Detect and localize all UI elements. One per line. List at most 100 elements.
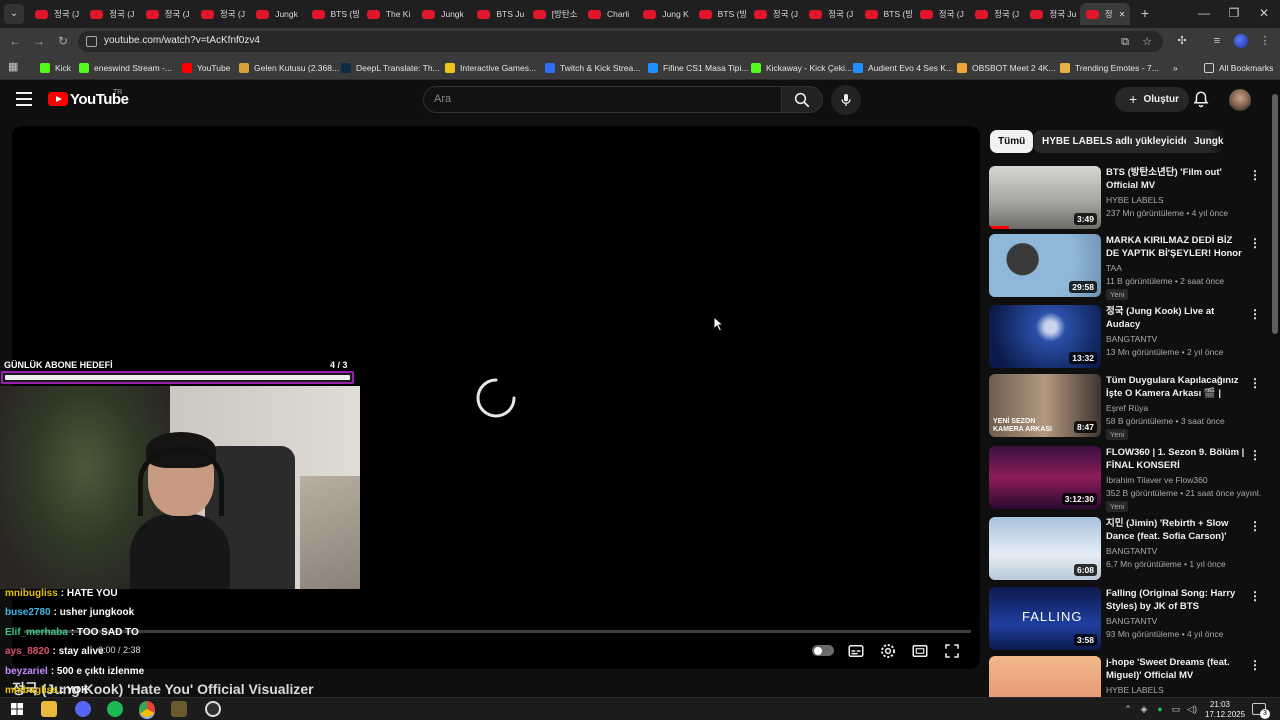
hamburger-menu-icon[interactable] bbox=[16, 92, 32, 106]
channel-name[interactable]: BANGTANTV bbox=[1106, 616, 1157, 626]
windows-start-icon[interactable] bbox=[9, 701, 25, 717]
video-title-link[interactable]: 정국 (Jung Kook) Live at Audacy bbox=[1106, 305, 1246, 331]
bookmark-item[interactable]: DeepL Translate: Th... bbox=[341, 61, 440, 74]
browser-tab[interactable]: The Ki bbox=[361, 3, 414, 25]
channel-name[interactable]: HYBE LABELS bbox=[1106, 685, 1164, 695]
settings-gear-icon[interactable] bbox=[878, 642, 898, 660]
url-text[interactable]: youtube.com/watch?v=tAcKfnf0zv4 bbox=[104, 35, 260, 46]
browser-tab[interactable]: 정국 (J bbox=[969, 3, 1022, 25]
browser-tab[interactable]: 정국 (J bbox=[84, 3, 137, 25]
bookmark-item[interactable]: YouTube bbox=[182, 61, 230, 74]
bookmark-item[interactable]: Fifine CS1 Masa Tipi... bbox=[648, 61, 749, 74]
video-thumbnail[interactable]: 13:32 bbox=[989, 305, 1101, 368]
browser-tab[interactable]: 정 ✕ bbox=[1079, 3, 1130, 25]
discord-icon[interactable] bbox=[75, 701, 91, 717]
more-actions-icon[interactable]: ⋮ bbox=[1249, 168, 1261, 182]
more-actions-icon[interactable]: ⋮ bbox=[1249, 448, 1261, 462]
notifications-bell-icon[interactable] bbox=[1192, 90, 1210, 108]
bookmark-item[interactable]: Kickaway - Kick Çeki... bbox=[751, 61, 852, 74]
bookmark-item[interactable]: Audient Evo 4 Ses K... bbox=[853, 61, 953, 74]
filter-chip[interactable]: HYBE LABELS adlı yükleyiciden bbox=[1034, 130, 1204, 153]
spotify-icon[interactable] bbox=[107, 701, 123, 717]
all-bookmarks-button[interactable]: All Bookmarks bbox=[1204, 61, 1273, 74]
video-title-link[interactable]: MARKA KIRILMAZ DEDİ BİZ DE YAPTIK Bİ'ŞEY… bbox=[1106, 234, 1246, 260]
more-bookmarks-chevron[interactable]: » bbox=[1173, 61, 1178, 74]
profile-avatar-icon[interactable] bbox=[1234, 34, 1248, 48]
browser-tab[interactable]: Jungk bbox=[416, 3, 469, 25]
bookmark-item[interactable]: Trending Emotes - 7... bbox=[1060, 61, 1159, 74]
kebab-menu-icon[interactable]: ⋮ bbox=[1258, 34, 1272, 48]
close-tab-icon[interactable]: ✕ bbox=[1119, 10, 1126, 19]
recommendation-card[interactable]: 29:58 MARKA KIRILMAZ DEDİ BİZ DE YAPTIK B… bbox=[989, 234, 1264, 300]
tab-search-chevron-icon[interactable]: ⌄ bbox=[4, 4, 24, 24]
minimize-icon[interactable]: — bbox=[1194, 4, 1214, 22]
media-controls-icon[interactable]: ≡ bbox=[1210, 34, 1224, 48]
video-thumbnail[interactable]: 29:58 bbox=[989, 234, 1101, 297]
more-actions-icon[interactable]: ⋮ bbox=[1249, 589, 1261, 603]
install-app-icon[interactable]: ⧉ bbox=[1119, 36, 1131, 48]
network-icon[interactable]: ▭ bbox=[1170, 703, 1182, 715]
bookmark-star-icon[interactable]: ☆ bbox=[1141, 36, 1153, 48]
close-window-icon[interactable]: ✕ bbox=[1254, 4, 1274, 22]
video-thumbnail[interactable]: YENİ SEZON KAMERA ARKASI 8:47 bbox=[989, 374, 1101, 437]
more-actions-icon[interactable]: ⋮ bbox=[1249, 376, 1261, 390]
bookmark-item[interactable]: Kick bbox=[40, 61, 71, 74]
video-title-link[interactable]: j-hope 'Sweet Dreams (feat. Miguel)' Off… bbox=[1106, 656, 1246, 682]
site-info-icon[interactable] bbox=[86, 36, 97, 47]
recommendation-card[interactable]: 3:49 BTS (방탄소년단) 'Film out' Official MV HY… bbox=[989, 166, 1264, 229]
browser-tab[interactable]: Jungk bbox=[250, 3, 303, 25]
browser-tab[interactable]: 정국 (J bbox=[29, 3, 82, 25]
chrome-icon[interactable] bbox=[139, 701, 155, 717]
subtitles-icon[interactable] bbox=[846, 642, 866, 660]
reload-icon[interactable]: ↻ bbox=[55, 33, 71, 49]
browser-tab[interactable]: Jung K bbox=[637, 3, 690, 25]
channel-name[interactable]: HYBE LABELS bbox=[1106, 195, 1164, 205]
browser-tab[interactable]: 정국 (J bbox=[914, 3, 967, 25]
restore-window-icon[interactable]: ❐ bbox=[1224, 4, 1244, 22]
more-actions-icon[interactable]: ⋮ bbox=[1249, 519, 1261, 533]
voice-search-button[interactable] bbox=[831, 85, 861, 115]
browser-tab[interactable]: BTS Ju bbox=[471, 3, 524, 25]
recommendation-card[interactable]: FALLING 3:58 Falling (Original Song: Harry… bbox=[989, 587, 1264, 650]
browser-tab[interactable]: 정국 Ju bbox=[1024, 3, 1077, 25]
recommendation-card[interactable]: YENİ SEZON KAMERA ARKASI 8:47 Tüm Duygular… bbox=[989, 374, 1264, 440]
video-title-link[interactable]: 지민 (Jimin) 'Rebirth + Slow Dance (feat. … bbox=[1106, 517, 1246, 543]
browser-tab[interactable]: 정국 (J bbox=[195, 3, 248, 25]
youtube-logo-icon[interactable] bbox=[48, 92, 68, 106]
browser-tab[interactable]: BTS (방 bbox=[306, 3, 359, 25]
autoplay-toggle[interactable] bbox=[812, 645, 834, 656]
volume-icon[interactable]: ◁) bbox=[1186, 703, 1198, 715]
video-thumbnail[interactable]: 3:12:30 bbox=[989, 446, 1101, 509]
video-title-link[interactable]: Falling (Original Song: Harry Styles) by… bbox=[1106, 587, 1246, 613]
notification-center-icon[interactable]: 3 bbox=[1252, 703, 1270, 719]
page-scrollbar[interactable] bbox=[1272, 94, 1278, 334]
filter-chip[interactable]: Tümü bbox=[990, 130, 1034, 153]
new-tab-plus-icon[interactable]: + bbox=[1137, 5, 1153, 21]
channel-name[interactable]: İbrahim Tilaver ve Flow360 bbox=[1106, 475, 1208, 485]
channel-name[interactable]: TAA bbox=[1106, 263, 1122, 273]
browser-tab[interactable]: 정국 (J bbox=[140, 3, 193, 25]
browser-tab[interactable]: BTS (방 bbox=[859, 3, 912, 25]
extensions-puzzle-icon[interactable]: ✣ bbox=[1175, 34, 1189, 48]
obs-studio-icon[interactable] bbox=[205, 701, 221, 717]
more-actions-icon[interactable]: ⋮ bbox=[1249, 307, 1261, 321]
shield-tray-icon[interactable]: ◈ bbox=[1138, 703, 1150, 715]
theater-mode-icon[interactable] bbox=[910, 642, 930, 660]
apps-grid-icon[interactable]: ▦ bbox=[8, 61, 20, 73]
fullscreen-icon[interactable] bbox=[942, 642, 962, 660]
more-actions-icon[interactable]: ⋮ bbox=[1249, 236, 1261, 250]
create-button[interactable]: Oluştur bbox=[1115, 87, 1189, 112]
video-title-link[interactable]: FLOW360 | 1. Sezon 9. Bölüm | FİNAL KONS… bbox=[1106, 446, 1246, 472]
bookmark-item[interactable]: eneswind Stream -... bbox=[79, 61, 172, 74]
video-title-link[interactable]: Tüm Duygulara Kapılacağınız İşte O Kamer… bbox=[1106, 374, 1246, 400]
more-actions-icon[interactable]: ⋮ bbox=[1249, 658, 1261, 672]
account-avatar[interactable] bbox=[1229, 89, 1251, 111]
video-progress-bar[interactable] bbox=[24, 630, 971, 633]
video-thumbnail[interactable]: 3:49 bbox=[989, 166, 1101, 229]
recommendation-card[interactable]: 13:32 정국 (Jung Kook) Live at Audacy BANGTA… bbox=[989, 305, 1264, 368]
channel-name[interactable]: BANGTANTV bbox=[1106, 334, 1157, 344]
channel-name[interactable]: Eşref Rüya bbox=[1106, 403, 1148, 413]
search-input[interactable]: Ara bbox=[423, 86, 782, 113]
tray-overflow-chevron-icon[interactable]: ⌃ bbox=[1122, 703, 1134, 715]
bookmark-item[interactable]: OBSBOT Meet 2 4K... bbox=[957, 61, 1055, 74]
